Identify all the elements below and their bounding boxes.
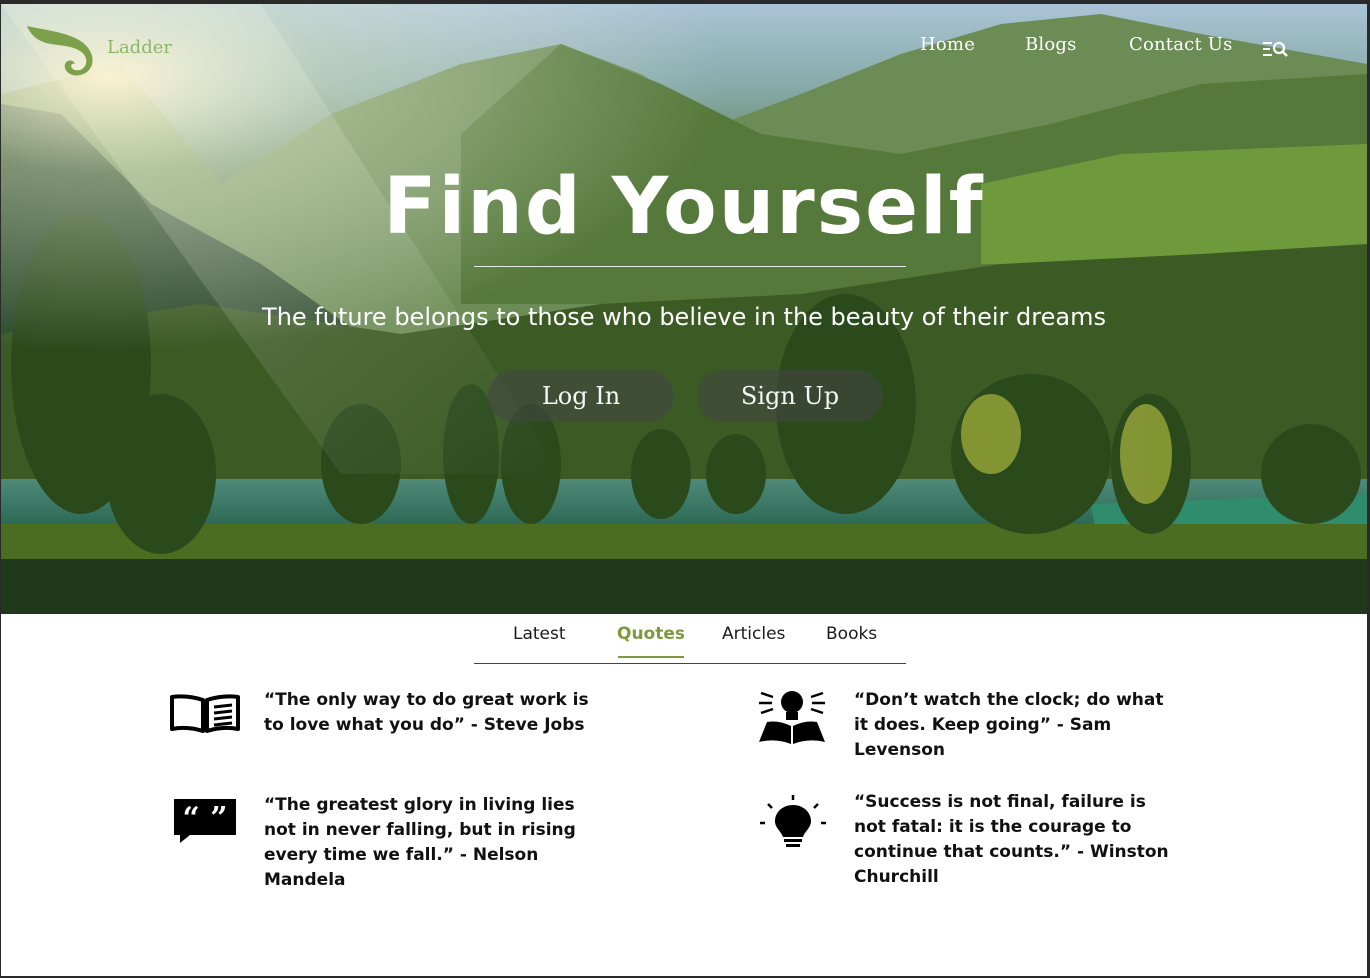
top-nav: Home Blogs Contact Us: [1, 34, 1367, 64]
nav-blogs[interactable]: Blogs: [1025, 34, 1077, 55]
reading-idea-icon: [759, 691, 825, 744]
title-divider: [474, 266, 906, 267]
nav-contact-us[interactable]: Contact Us: [1129, 34, 1233, 55]
tab-quotes[interactable]: Quotes: [617, 624, 685, 644]
signup-button[interactable]: Sign Up: [697, 370, 883, 422]
hero-section: Ladder Home Blogs Contact Us Find Yourse…: [1, 4, 1367, 614]
quote-text: “The greatest glory in living lies not i…: [264, 795, 576, 890]
quote-bubble-icon: “ ”: [174, 799, 236, 843]
quote-text: “Don’t watch the clock; do what it does.…: [854, 690, 1164, 760]
open-book-icon: [170, 694, 240, 733]
page: Ladder Home Blogs Contact Us Find Yourse…: [1, 4, 1367, 976]
lightbulb-icon: [760, 795, 826, 847]
menu-search-icon[interactable]: [1263, 40, 1289, 58]
active-tab-indicator: [618, 656, 684, 658]
hero-title: Find Yourself: [383, 162, 985, 252]
hero-subtitle: The future belongs to those who believe …: [262, 303, 1106, 331]
tab-articles[interactable]: Articles: [722, 624, 785, 644]
tab-books[interactable]: Books: [826, 624, 877, 644]
tabs-divider: [474, 663, 906, 664]
content-tabs: Latest Quotes Articles Books: [1, 622, 1367, 666]
login-button[interactable]: Log In: [488, 370, 674, 422]
quote-text: “Success is not final, failure is not fa…: [854, 792, 1169, 887]
tab-latest[interactable]: Latest: [513, 624, 566, 644]
quote-text: “The only way to do great work is to lov…: [264, 690, 589, 735]
nav-home[interactable]: Home: [920, 34, 975, 55]
svg-text:“ ”: “ ”: [183, 801, 228, 836]
